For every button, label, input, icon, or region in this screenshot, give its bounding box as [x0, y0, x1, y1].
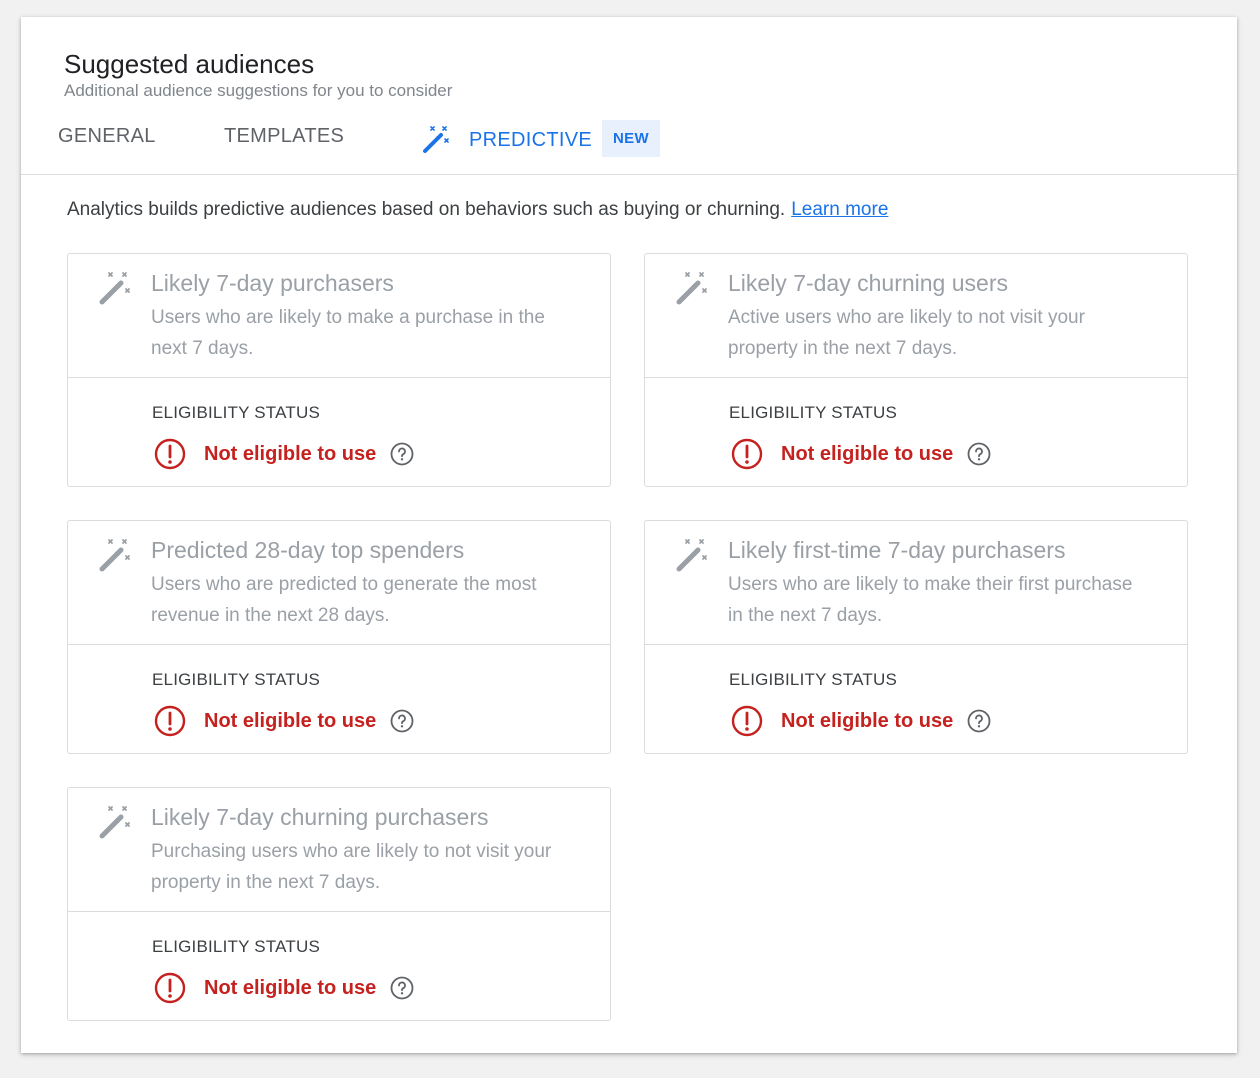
error-icon [154, 705, 186, 737]
suggested-audiences-panel: Suggested audiences Additional audience … [21, 17, 1237, 1053]
status-text: Not eligible to use [781, 709, 954, 732]
eligibility-label: ELIGIBILITY STATUS [152, 937, 320, 956]
audience-card[interactable]: Predicted 28-day top spenders Users who … [67, 520, 611, 754]
error-icon [731, 438, 763, 470]
error-icon [154, 438, 186, 470]
card-description: Purchasing users who are likely to not v… [151, 841, 552, 893]
eligibility-label: ELIGIBILITY STATUS [152, 670, 320, 689]
intro-description: Analytics builds predictive audiences ba… [67, 199, 786, 220]
card-title: Predicted 28-day top spenders [151, 537, 465, 563]
eligibility-status: Not eligible to use [731, 437, 991, 471]
help-icon[interactable] [967, 709, 991, 733]
card-header: Likely first-time 7-day purchasers Users… [645, 521, 1187, 645]
card-title: Likely 7-day churning purchasers [151, 804, 489, 830]
magic-wand-icon [99, 272, 130, 305]
help-icon[interactable] [390, 976, 414, 1000]
error-icon [154, 972, 186, 1004]
learn-more-link[interactable]: Learn more [791, 199, 888, 220]
card-title: Likely 7-day purchasers [151, 270, 394, 296]
eligibility-status: Not eligible to use [154, 971, 414, 1005]
page-subtitle: Additional audience suggestions for you … [64, 81, 453, 100]
tabs-divider [21, 174, 1237, 175]
magic-wand-icon [676, 539, 707, 572]
magic-wand-icon [676, 272, 707, 305]
audience-card[interactable]: Likely 7-day churning purchasers Purchas… [67, 787, 611, 1021]
card-title: Likely 7-day churning users [728, 270, 1008, 296]
card-description: Users who are likely to make their first… [728, 574, 1133, 626]
card-header: Likely 7-day churning users Active users… [645, 254, 1187, 378]
intro-text: Analytics builds predictive audiences ba… [67, 199, 888, 221]
magic-wand-icon [99, 539, 130, 572]
new-badge: NEW [602, 120, 660, 157]
eligibility-label: ELIGIBILITY STATUS [152, 403, 320, 422]
magic-wand-icon [99, 806, 130, 839]
eligibility-label: ELIGIBILITY STATUS [729, 670, 897, 689]
status-text: Not eligible to use [204, 976, 377, 999]
card-header: Likely 7-day purchasers Users who are li… [68, 254, 610, 378]
card-title: Likely first-time 7-day purchasers [728, 537, 1066, 563]
status-text: Not eligible to use [204, 442, 377, 465]
tab-general[interactable]: GENERAL [58, 125, 156, 148]
card-description: Users who are likely to make a purchase … [151, 307, 545, 359]
eligibility-status: Not eligible to use [154, 704, 414, 738]
tab-predictive[interactable]: PREDICTIVE [421, 125, 592, 155]
help-icon[interactable] [967, 442, 991, 466]
audience-card[interactable]: Likely first-time 7-day purchasers Users… [644, 520, 1188, 754]
card-description: Active users who are likely to not visit… [728, 307, 1085, 359]
audience-card[interactable]: Likely 7-day churning users Active users… [644, 253, 1188, 487]
error-icon [731, 705, 763, 737]
help-icon[interactable] [390, 442, 414, 466]
eligibility-status: Not eligible to use [154, 437, 414, 471]
eligibility-label: ELIGIBILITY STATUS [729, 403, 897, 422]
status-text: Not eligible to use [204, 709, 377, 732]
card-header: Likely 7-day churning purchasers Purchas… [68, 788, 610, 912]
card-description: Users who are predicted to generate the … [151, 574, 537, 626]
page-title: Suggested audiences [64, 49, 315, 79]
help-icon[interactable] [390, 709, 414, 733]
magic-wand-icon [423, 126, 449, 153]
status-text: Not eligible to use [781, 442, 954, 465]
eligibility-status: Not eligible to use [731, 704, 991, 738]
tab-templates[interactable]: TEMPLATES [224, 125, 344, 148]
card-header: Predicted 28-day top spenders Users who … [68, 521, 610, 645]
tab-predictive-label: PREDICTIVE [469, 128, 593, 151]
audience-card[interactable]: Likely 7-day purchasers Users who are li… [67, 253, 611, 487]
